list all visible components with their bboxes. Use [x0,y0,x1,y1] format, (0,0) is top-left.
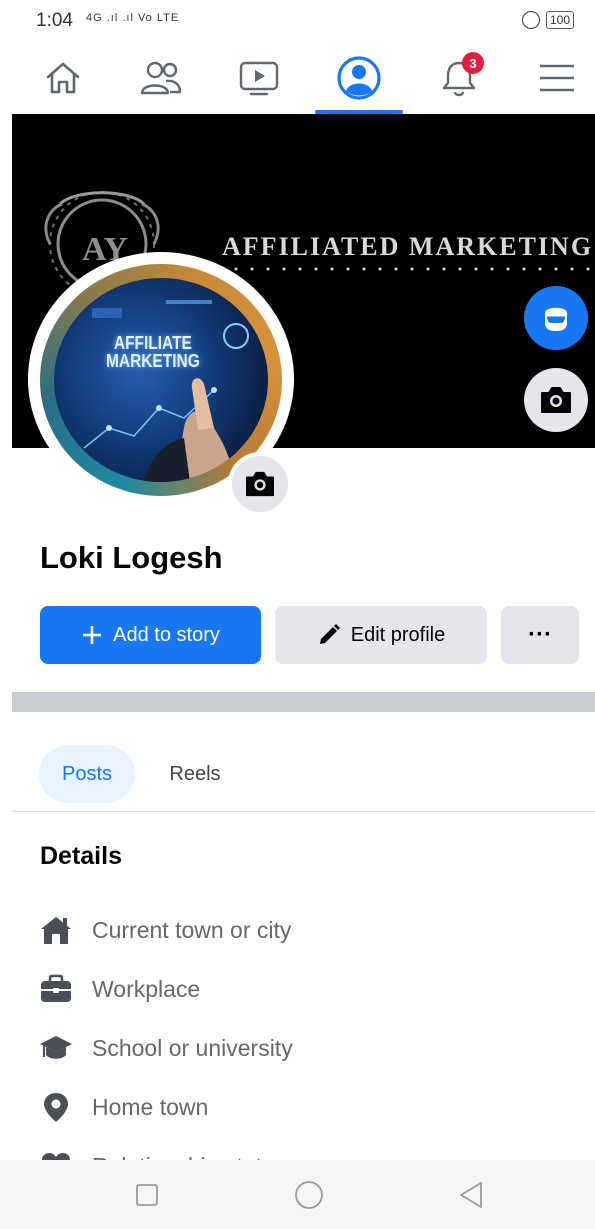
status-time: 1:04 [36,10,73,31]
tab-posts[interactable]: Posts [39,745,135,803]
house-icon [38,912,74,948]
friends-icon[interactable] [126,42,196,114]
menu-icon[interactable] [522,42,592,114]
detail-label: School or university [92,1034,293,1061]
circle-icon [295,1181,323,1209]
profile-tabs: Posts Reels [12,712,595,812]
profile-icon[interactable] [324,42,394,114]
status-bar: 1:04 4G .ıl .ıl Vo LTE 100 [0,0,595,42]
section-divider [12,692,595,712]
pencil-icon [319,624,340,644]
cover-title: AFFILIATED MARKETING [222,232,594,261]
avatar-button[interactable] [524,286,588,350]
cover-camera-button[interactable] [524,368,588,432]
profile-picture[interactable]: AFFILIATE MARKETING [54,278,268,482]
notification-badge: 3 [462,52,484,74]
pp-text-line1: AFFILIATE [113,333,192,353]
back-triangle-icon [460,1182,482,1208]
camera-icon [246,471,274,497]
edit-profile-label: Edit profile [350,623,446,646]
detail-school[interactable]: School or university [38,1028,293,1068]
detail-workplace[interactable]: Workplace [38,969,200,1009]
more-options-label: ··· [528,621,552,648]
tab-reels[interactable]: Reels [150,745,240,803]
recent-apps-button[interactable] [130,1178,164,1212]
more-options-button[interactable]: ··· [501,606,579,664]
details-title: Details [40,842,122,870]
add-to-story-label: Add to story [113,623,220,646]
rotation-lock-icon [522,11,540,29]
battery-indicator: 100 [546,11,575,29]
plus-icon [83,626,102,644]
detail-current-city[interactable]: Current town or city [38,910,291,950]
video-icon[interactable] [224,42,294,114]
back-button[interactable] [454,1178,488,1212]
briefcase-icon [38,971,74,1007]
detail-home-town[interactable]: Home town [38,1087,208,1127]
detail-label: Workplace [92,975,201,1002]
tabs-divider [12,811,595,812]
edit-profile-button[interactable]: Edit profile [275,606,487,664]
profile-camera-button[interactable] [228,452,292,516]
profile-picture-text: AFFILIATE MARKETING [106,334,200,370]
notifications-icon[interactable] [424,42,494,114]
cover-dots [228,267,595,271]
signal-indicator: 4G .ıl .ıl Vo LTE [86,12,180,24]
location-pin-icon [38,1089,74,1125]
home-icon[interactable] [28,42,98,114]
pp-text-line2: MARKETING [106,351,200,371]
graduation-cap-icon [38,1030,74,1066]
square-icon [136,1184,158,1206]
profile-name: Loki Logesh [40,540,223,575]
top-navigation [0,42,595,114]
profile-picture-art [83,300,249,482]
avatar-icon [545,307,567,331]
detail-label: Home town [92,1093,209,1120]
detail-label: Current town or city [92,916,292,943]
home-button[interactable] [292,1178,326,1212]
add-to-story-button[interactable]: Add to story [40,606,261,664]
android-navigation-bar [0,1160,595,1229]
camera-icon [541,387,571,413]
